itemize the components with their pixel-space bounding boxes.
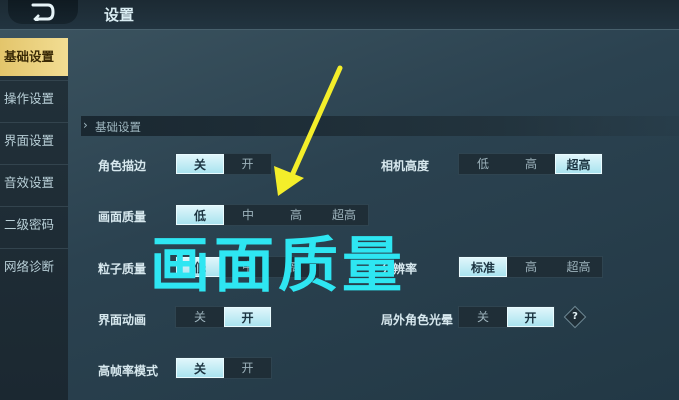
sidebar-item-sound-settings[interactable]: 音效设置 <box>0 164 68 202</box>
ui-animation-toggle: 关 开 <box>175 306 272 328</box>
outer-glow-option-off[interactable]: 关 <box>459 307 507 327</box>
top-bar: 设置 <box>0 0 679 30</box>
outline-option-off[interactable]: 关 <box>176 154 224 174</box>
outline-label: 角色描边 <box>98 159 147 173</box>
chevron-right-icon: › <box>83 118 88 132</box>
back-arrow-icon <box>31 3 55 21</box>
ui-animation-option-on[interactable]: 开 <box>224 307 271 327</box>
resolution-option-ultra[interactable]: 超高 <box>555 257 602 277</box>
annotation-text: 画面质量 <box>150 231 406 301</box>
camera-height-option-low[interactable]: 低 <box>459 154 507 174</box>
camera-height-option-ultra[interactable]: 超高 <box>555 154 602 174</box>
resolution-selector: 标准 高 超高 <box>458 256 603 278</box>
sidebar-item-operation-settings[interactable]: 操作设置 <box>0 80 68 118</box>
quality-option-high[interactable]: 高 <box>272 205 320 225</box>
quality-option-ultra[interactable]: 超高 <box>320 205 368 225</box>
outer-glow-toggle: 关 开 <box>458 306 555 328</box>
quality-selector: 低 中 高 超高 <box>175 204 369 226</box>
sidebar: 基础设置 操作设置 界面设置 音效设置 二级密码 网络诊断 <box>0 38 68 400</box>
camera-height-option-high[interactable]: 高 <box>507 154 555 174</box>
outer-glow-label: 局外角色光晕 <box>381 313 454 327</box>
section-title: 基础设置 <box>95 120 141 134</box>
section-header: › 基础设置 <box>81 116 679 136</box>
sidebar-item-basic-settings[interactable]: 基础设置 <box>0 38 68 76</box>
camera-height-selector: 低 高 超高 <box>458 153 603 175</box>
high-fps-option-on[interactable]: 开 <box>224 358 271 378</box>
annotation-arrow-icon <box>274 65 343 196</box>
page-title: 设置 <box>104 6 135 24</box>
resolution-option-high[interactable]: 高 <box>507 257 555 277</box>
sidebar-item-interface-settings[interactable]: 界面设置 <box>0 122 68 160</box>
high-fps-option-off[interactable]: 关 <box>176 358 224 378</box>
camera-height-label: 相机高度 <box>381 159 430 173</box>
particle-label: 粒子质量 <box>98 262 147 276</box>
sidebar-item-network-diagnosis[interactable]: 网络诊断 <box>0 248 68 286</box>
outer-glow-option-on[interactable]: 开 <box>507 307 554 327</box>
resolution-option-standard[interactable]: 标准 <box>459 257 507 277</box>
high-fps-label: 高帧率模式 <box>98 364 159 378</box>
quality-label: 画面质量 <box>98 210 147 224</box>
high-fps-toggle: 关 开 <box>175 357 272 379</box>
outline-toggle: 关 开 <box>175 153 272 175</box>
sidebar-item-secondary-password[interactable]: 二级密码 <box>0 206 68 244</box>
help-icon-glyph: ? <box>572 311 578 322</box>
help-icon[interactable]: ? <box>563 305 587 329</box>
back-button[interactable] <box>8 0 78 24</box>
quality-option-low[interactable]: 低 <box>176 205 224 225</box>
ui-animation-option-off[interactable]: 关 <box>176 307 224 327</box>
ui-animation-label: 界面动画 <box>98 313 147 327</box>
outline-option-on[interactable]: 开 <box>224 154 271 174</box>
quality-option-medium[interactable]: 中 <box>224 205 272 225</box>
